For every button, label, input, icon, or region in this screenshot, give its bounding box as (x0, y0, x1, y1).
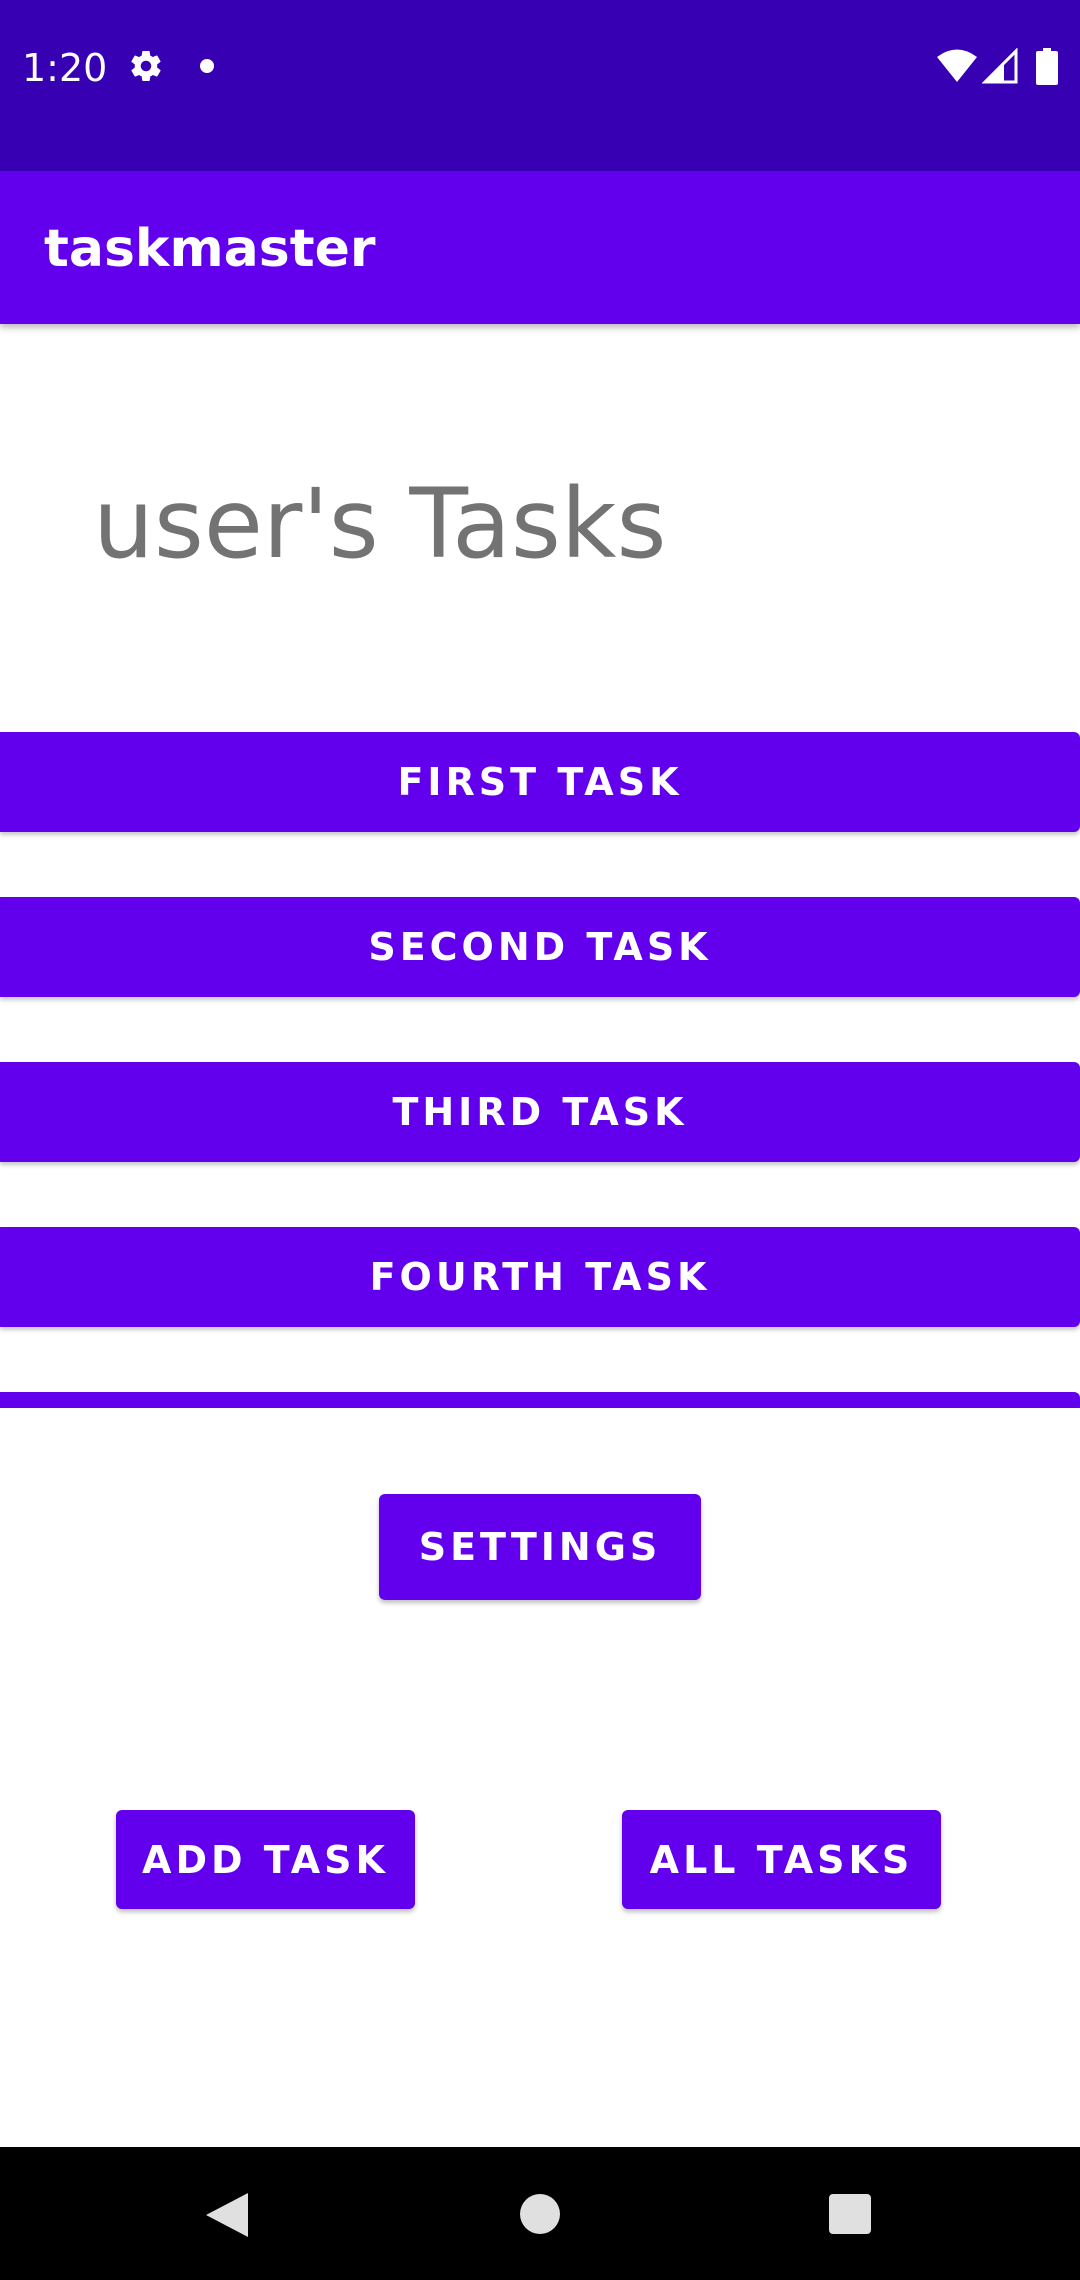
gear-icon (131, 51, 161, 82)
task-button-second[interactable]: SECOND TASK (0, 897, 1080, 997)
wifi-icon (937, 49, 977, 82)
battery-icon (1036, 48, 1058, 85)
home-icon[interactable] (520, 2194, 560, 2234)
task-button-third[interactable]: THIRD TASK (0, 1062, 1080, 1162)
task-button-fourth[interactable]: FOURTH TASK (0, 1227, 1080, 1327)
recents-icon[interactable] (829, 2194, 871, 2234)
status-time: 1:20 (22, 46, 108, 90)
all-tasks-button[interactable]: ALL TASKS (622, 1810, 941, 1909)
navigation-bar (0, 2147, 1080, 2280)
app-screen: 1:20 taskmaster user's Tasks FIRST TASK … (0, 0, 1080, 2280)
app-title: taskmaster (44, 219, 376, 279)
page-title: user's Tasks (93, 468, 667, 580)
status-bar: 1:20 (0, 0, 1080, 171)
cell-signal-icon (982, 48, 1018, 84)
add-task-button[interactable]: ADD TASK (116, 1810, 415, 1909)
task-button-fifth[interactable] (0, 1392, 1080, 1408)
task-button-first[interactable]: FIRST TASK (0, 732, 1080, 832)
notification-dot-icon (200, 59, 214, 73)
settings-button[interactable]: SETTINGS (379, 1494, 701, 1600)
app-bar: taskmaster (0, 171, 1080, 324)
back-icon[interactable] (204, 2191, 250, 2239)
task-list[interactable]: FIRST TASK SECOND TASK THIRD TASK FOURTH… (0, 720, 1080, 1408)
